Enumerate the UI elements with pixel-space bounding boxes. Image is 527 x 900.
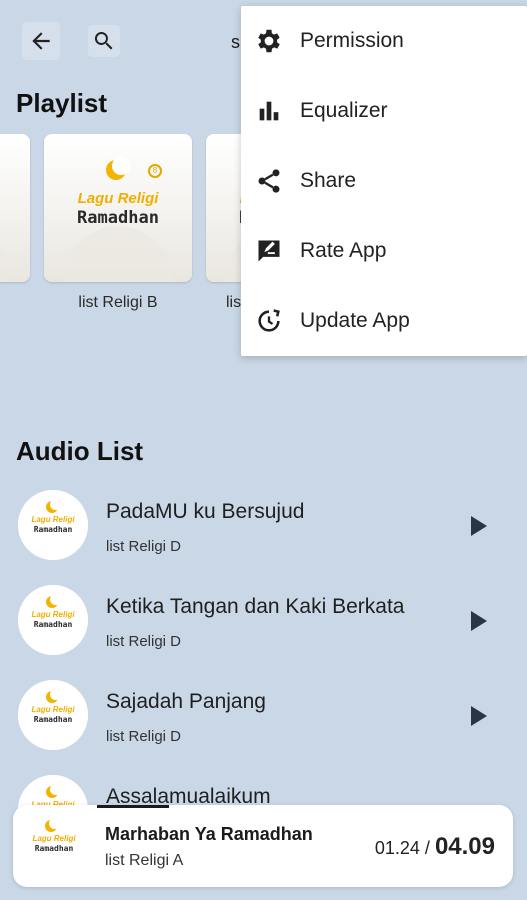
share-icon — [253, 165, 285, 197]
arrow-left-icon — [32, 32, 50, 50]
duration: 04.09 — [434, 833, 495, 860]
time-separator: / — [419, 838, 435, 858]
menu-item-label: Share — [300, 169, 357, 192]
menu-item-label: Rate App — [300, 239, 387, 262]
menu-item-label: Permission — [300, 29, 404, 52]
now-playing-title: Marhaban Ya Ramadhan — [105, 824, 313, 844]
menu-item-permission[interactable]: Permission — [241, 6, 527, 76]
menu-item-rate-app[interactable]: Rate App — [241, 216, 527, 286]
search-button[interactable] — [88, 25, 120, 57]
track-thumbnail: Lagu ReligiRamadhan — [18, 680, 88, 750]
track-thumbnail: Lagu ReligiRamadhan — [18, 490, 88, 560]
audio-list-heading: Audio List — [16, 436, 144, 466]
track-title: PadaMU ku Bersujud — [106, 500, 305, 523]
mini-player[interactable]: Lagu Religi Ramadhan Marhaban Ya Ramadhan… — [13, 805, 513, 887]
back-button[interactable] — [22, 22, 60, 60]
playlist-thumbnail: Lagu Religi Ramadhan — [0, 134, 30, 282]
overflow-menu: Permission Equalizer Share Rate App Upda… — [241, 6, 527, 356]
menu-item-update-app[interactable]: Update App — [241, 286, 527, 356]
track-title: Ketika Tangan dan Kaki Berkata — [106, 595, 405, 618]
track-subtitle: list Religi D — [106, 633, 182, 650]
playlist-caption: list Religi B — [78, 294, 158, 311]
playback-time: 01.24 / 04.09 — [375, 833, 495, 861]
equalizer-icon — [253, 95, 285, 127]
track-thumbnail: Lagu ReligiRamadhan — [18, 585, 88, 655]
menu-item-label: Equalizer — [300, 99, 388, 122]
progress-bar[interactable] — [97, 805, 169, 808]
menu-item-label: Update App — [300, 309, 410, 332]
track-subtitle: list Religi D — [106, 538, 182, 555]
playlist-thumbnail: 8 Lagu Religi Ramadhan — [44, 134, 192, 282]
menu-item-equalizer[interactable]: Equalizer — [241, 76, 527, 146]
track-title: Sajadah Panjang — [106, 690, 266, 713]
play-icon[interactable] — [471, 516, 487, 536]
search-icon — [94, 32, 113, 50]
playlist-card[interactable]: 8 Lagu Religi Ramadhan list Religi B — [44, 134, 192, 312]
gear-icon — [253, 25, 285, 57]
list-item[interactable]: Lagu Religi Ramadhan PadaMU ku Bersujud l… — [0, 488, 527, 580]
track-subtitle: list Religi D — [106, 728, 182, 745]
list-item[interactable]: Lagu Religi Ramadhan Sajadah Panjang list… — [0, 678, 527, 770]
page-title: s — [231, 32, 240, 52]
now-playing-thumbnail: Lagu Religi Ramadhan — [17, 809, 91, 883]
play-icon[interactable] — [471, 611, 487, 631]
play-icon[interactable] — [471, 706, 487, 726]
update-icon — [253, 305, 285, 337]
current-time: 01.24 — [374, 838, 420, 858]
menu-item-share[interactable]: Share — [241, 146, 527, 216]
rate-icon — [253, 235, 285, 267]
list-item[interactable]: Lagu Religi Ramadhan Ketika Tangan dan Ka… — [0, 583, 527, 675]
playlist-card[interactable]: Lagu Religi Ramadhan — [0, 134, 30, 294]
playlist-heading: Playlist — [16, 88, 108, 118]
now-playing-subtitle: list Religi A — [105, 852, 184, 869]
